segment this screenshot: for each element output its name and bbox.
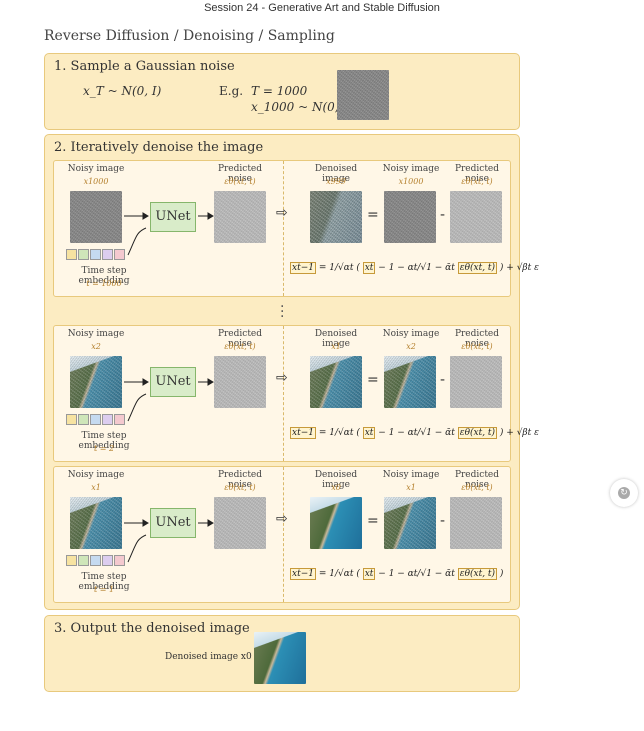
noisy-image-caption: Noisy image xyxy=(67,470,125,480)
predicted-noise-symbol: εθ(xt, t) xyxy=(461,483,493,492)
equals-sign: = xyxy=(367,207,379,223)
hollow-right-arrow-icon: ⇨ xyxy=(276,370,288,386)
predicted-noise-image xyxy=(214,356,266,408)
noisy-symbol: x2 xyxy=(91,342,101,351)
hollow-right-arrow-icon: ⇨ xyxy=(276,205,288,221)
step1-panel: 1. Sample a Gaussian noise x_T ~ N(0, I)… xyxy=(44,53,520,130)
step1-title: 1. Sample a Gaussian noise xyxy=(54,59,235,74)
denoise-row-2: Noisy image x2 UNet Time step embedding … xyxy=(53,325,539,462)
noisy-symbol: x1 xyxy=(91,483,101,492)
row-divider xyxy=(283,161,284,296)
hollow-right-arrow-icon: ⇨ xyxy=(276,511,288,527)
update-formula: xt−1 = 1/√αt ( xt − 1 − αt/√1 − ᾱt εθ(xt… xyxy=(290,262,539,274)
predicted-noise-image xyxy=(214,497,266,549)
time-step-value: t = 1000 xyxy=(86,279,122,288)
noisy-image-caption: Noisy image xyxy=(67,164,125,174)
noisy-image xyxy=(384,497,436,549)
predicted-noise-symbol: εθ(xt, t) xyxy=(224,177,256,186)
time-step-value: t = 1 xyxy=(93,585,115,594)
predicted-noise-image xyxy=(450,356,502,408)
denoised-image xyxy=(310,356,362,408)
noisy-symbol: x1 xyxy=(406,483,416,492)
time-step-value: t = 2 xyxy=(93,444,115,453)
noisy-image-caption: Noisy image xyxy=(382,164,440,174)
denoise-row-3: Noisy image x1 UNet Time step embedding … xyxy=(53,466,511,603)
time-step-embedding xyxy=(66,249,126,260)
bookmark-button[interactable]: ↻ xyxy=(610,479,638,507)
unet-block: UNet xyxy=(150,508,196,538)
final-denoised-image xyxy=(254,632,306,684)
step2-title: 2. Iteratively denoise the image xyxy=(54,140,264,155)
minus-sign: - xyxy=(440,513,446,529)
noisy-image xyxy=(384,191,436,243)
step3-panel: 3. Output the denoised image Denoised im… xyxy=(44,615,520,692)
predicted-noise-image xyxy=(214,191,266,243)
step2-panel: 2. Iteratively denoise the image Noisy i… xyxy=(44,134,539,610)
row-divider xyxy=(283,326,284,461)
step1-eg-label: E.g. xyxy=(219,84,244,98)
row-divider xyxy=(283,467,284,602)
denoised-image xyxy=(310,497,362,549)
bookmark-icon: ↻ xyxy=(618,487,630,499)
minus-sign: - xyxy=(440,207,446,223)
noisy-image xyxy=(384,356,436,408)
time-step-embedding xyxy=(66,414,126,425)
gaussian-noise-image xyxy=(337,70,389,120)
noisy-image xyxy=(70,191,122,243)
noisy-image xyxy=(70,356,122,408)
update-formula: xt−1 = 1/√αt ( xt − 1 − αt/√1 − ᾱt εθ(xt… xyxy=(290,568,504,580)
predicted-noise-symbol: εθ(xt, t) xyxy=(224,342,256,351)
noisy-image-caption: Noisy image xyxy=(67,329,125,339)
noisy-image-caption: Noisy image xyxy=(382,470,440,480)
noisy-image-caption: Noisy image xyxy=(382,329,440,339)
slide-heading: Reverse Diffusion / Denoising / Sampling xyxy=(44,28,335,44)
step3-label: Denoised image x0 xyxy=(165,652,252,662)
equals-sign: = xyxy=(367,372,379,388)
denoise-row-1: Noisy image x1000 UNet Time step embeddi… xyxy=(53,160,539,297)
ellipsis: · · · xyxy=(280,299,285,325)
unet-block: UNet xyxy=(150,367,196,397)
denoised-image xyxy=(310,191,362,243)
predicted-noise-symbol: εθ(xt, t) xyxy=(224,483,256,492)
page-top-title: Session 24 - Generative Art and Stable D… xyxy=(204,2,440,14)
denoised-symbol: x1 xyxy=(331,342,341,351)
update-formula: xt−1 = 1/√αt ( xt − 1 − αt/√1 − ᾱt εθ(xt… xyxy=(290,427,539,439)
step3-title: 3. Output the denoised image xyxy=(54,621,250,636)
noisy-symbol: x2 xyxy=(406,342,416,351)
denoised-symbol: x0 xyxy=(331,483,341,492)
denoised-symbol: x999 xyxy=(326,177,346,186)
predicted-noise-symbol: εθ(xt, t) xyxy=(461,177,493,186)
noisy-symbol: x1000 xyxy=(83,177,109,186)
noisy-symbol: x1000 xyxy=(398,177,424,186)
predicted-noise-symbol: εθ(xt, t) xyxy=(461,342,493,351)
equals-sign: = xyxy=(367,513,379,529)
unet-block: UNet xyxy=(150,202,196,232)
predicted-noise-image xyxy=(450,497,502,549)
minus-sign: - xyxy=(440,372,446,388)
step1-formula: x_T ~ N(0, I) xyxy=(83,84,162,98)
predicted-noise-image xyxy=(450,191,502,243)
time-step-embedding xyxy=(66,555,126,566)
noisy-image xyxy=(70,497,122,549)
step1-eg-line1: T = 1000 xyxy=(251,84,308,98)
